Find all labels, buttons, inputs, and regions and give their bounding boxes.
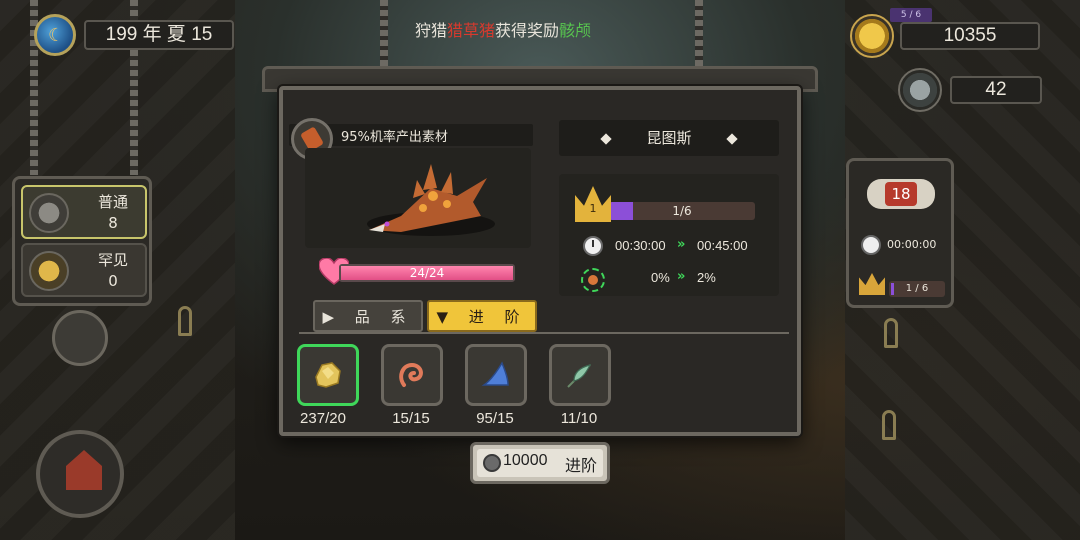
level-bar: 1/6 [609,202,755,220]
date-display: ☾ 199 年 夏 15 [34,14,234,56]
material-count: 95/15 [476,410,514,427]
bone-badge-count: 18 [885,182,917,206]
evolution-dialog: 95%机率产出素材 24/24 ▶ 品 系 ▼ 进 阶 237/20 15/15… [279,86,801,436]
tab-evolve-label: 进 阶 [468,308,528,326]
rarity-label: 普通 [97,193,128,211]
notice-middle: 获得奖励 [495,23,560,40]
hp-bar: 24/24 [339,264,515,282]
worm-icon [399,362,423,387]
notice-reward: 骸颅 [559,23,592,40]
rarity-label: 罕见 [97,251,128,269]
gold-nugget-icon [315,362,341,388]
home-icon[interactable] [36,430,124,518]
rare-rank-icon [29,251,69,291]
coin-icon [483,454,501,472]
tab-evolve[interactable]: ▼ 进 阶 [427,300,537,332]
mini-level-bar: 1 / 6 [889,281,945,297]
notice-monster: 猎草猪 [447,23,496,40]
resource-amount: 42 [950,76,1042,104]
diamond-icon [725,132,738,145]
blue-feather-icon [481,361,509,386]
material-slot[interactable] [381,344,443,406]
tab-divider [299,332,789,334]
chain [695,0,703,70]
coin-amount: 10355 [900,22,1040,50]
season-orb-icon: ☾ [34,14,76,56]
level-progress-text: 1/6 [672,204,692,218]
rarity-panel: 普通 8 罕见 0 [12,176,152,306]
mini-timer: 00:00:00 [861,235,936,255]
bait-can-icon[interactable] [52,310,108,366]
monster-portrait [305,148,531,248]
material-count: 237/20 [300,410,346,427]
key-icon [882,410,896,440]
side-info-panel: 18 00:00:00 1 / 6 [846,158,954,308]
monster-name: 昆图斯 [646,129,692,147]
mini-level-text: 1 / 6 [905,283,929,294]
bone-badge: 18 [867,179,935,209]
key-icon [178,306,192,336]
date-text: 199 年 夏 15 [84,20,234,50]
green-herb-icon [567,364,592,388]
coin-counter[interactable]: 10355 [850,10,1050,58]
rarity-count: 0 [108,272,118,290]
rate-icon [581,268,605,292]
material-slot[interactable] [465,344,527,406]
hunt-notice: 狩猎猎草猪获得奖励骸颅 [415,17,591,41]
material-count: 15/15 [392,410,430,427]
clock-icon [861,235,881,255]
gold-coin-icon [850,14,894,58]
material-rate-text: 95%机率产出素材 [341,130,448,145]
material-count: 11/10 [560,410,598,427]
time-current: 00:30:00 [615,238,666,253]
evolve-label: 进阶 [565,456,598,475]
rate-current: 0% [651,270,670,285]
hp-text: 24/24 [409,266,445,280]
monster-name-plate: 昆图斯 [559,120,779,156]
stats-panel: 1/6 1 00:30:00 » 00:45:00 0% » 2% [559,174,779,296]
chain [380,0,388,70]
material-slot[interactable] [297,344,359,406]
evolve-button[interactable]: 10000 进阶 [470,442,610,484]
rarity-rare[interactable]: 罕见 0 [21,243,147,297]
material-slot[interactable] [549,344,611,406]
clock-icon [583,236,603,256]
mini-timer-text: 00:00:00 [887,238,937,251]
common-rank-icon [29,193,69,233]
arrow-icon: » [677,237,686,252]
tab-lineage[interactable]: ▶ 品 系 [313,300,423,332]
rarity-count: 8 [108,214,118,232]
rarity-common[interactable]: 普通 8 [21,185,147,239]
crown-level: 1 [589,202,597,215]
monster-image [367,164,495,236]
arrow-icon: » [677,269,686,284]
diamond-icon [600,132,613,145]
can-icon [898,68,942,112]
time-next: 00:45:00 [697,238,748,253]
notice-prefix: 狩猎 [415,23,448,40]
crown-icon [859,273,885,295]
rate-next: 2% [697,270,716,285]
key-icon [884,318,898,348]
evolve-cost: 10000 [503,452,548,469]
resource-counter[interactable]: 42 [898,68,1048,112]
tab-lineage-label: 品 系 [354,308,414,326]
